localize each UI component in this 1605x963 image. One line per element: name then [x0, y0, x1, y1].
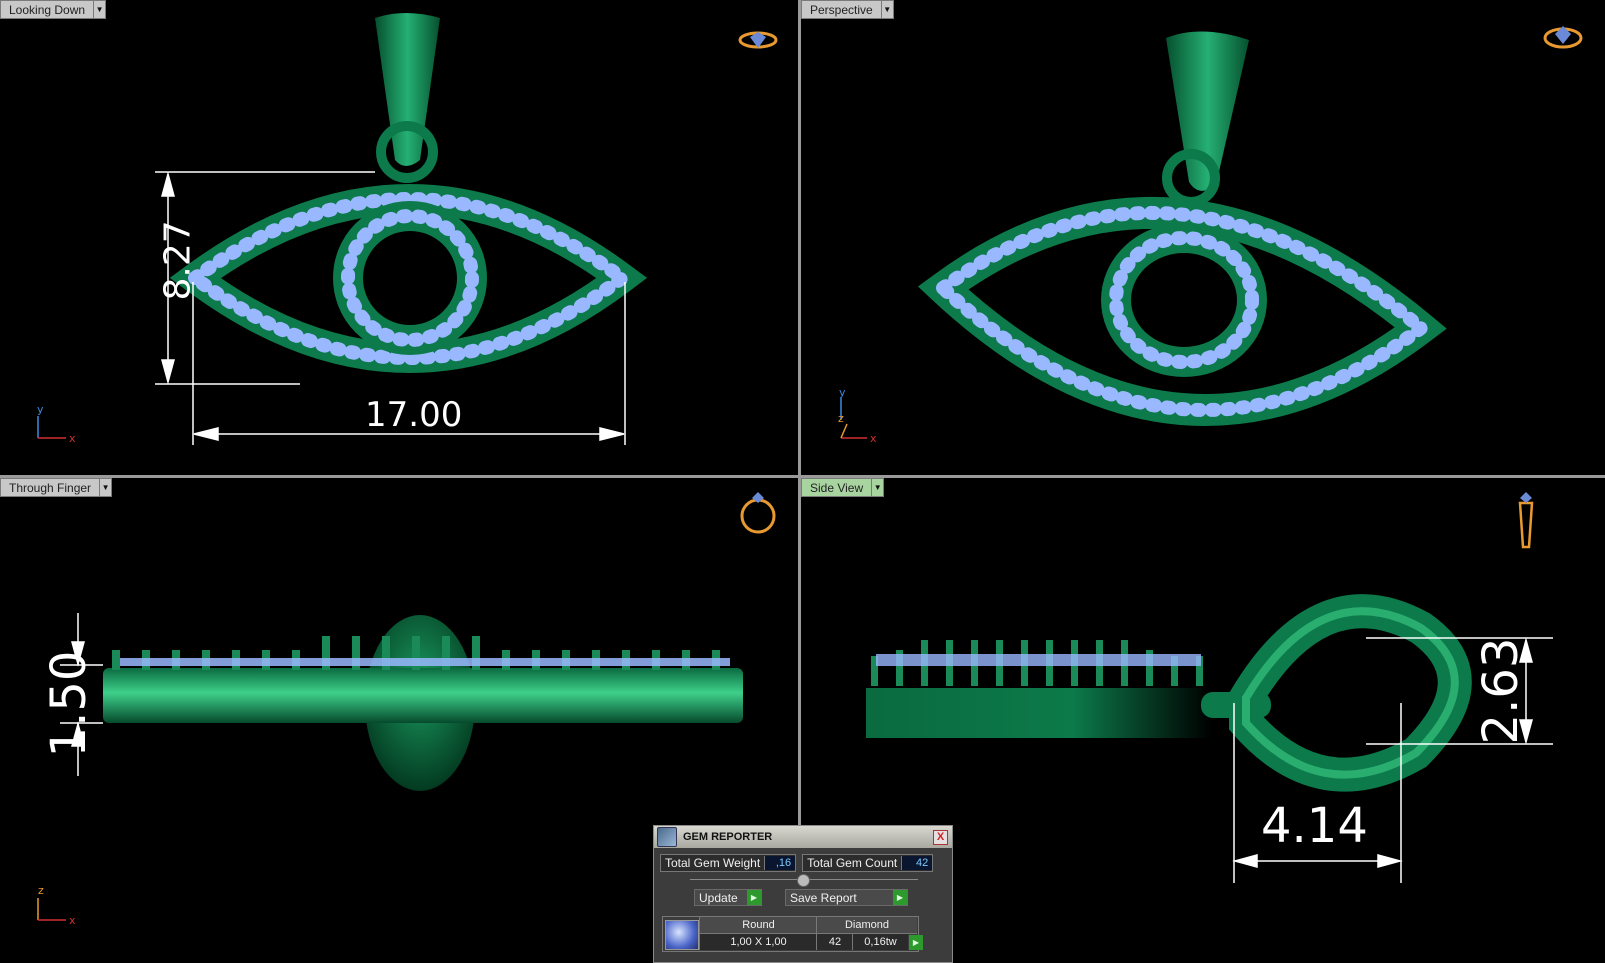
viewport-divider-horizontal[interactable] — [0, 475, 1605, 478]
axis-z-label: z — [38, 884, 44, 897]
total-gem-count: Total Gem Count 42 — [802, 854, 934, 872]
save-report-button[interactable]: Save Report ▶ — [785, 889, 908, 906]
viewport-label-text: Looking Down — [0, 0, 95, 19]
gem-reporter-title: GEM REPORTER — [683, 831, 773, 843]
gem-table: Round Diamond 1,00 X 1,00 42 0,16tw ▶ — [662, 916, 923, 952]
axis-y-label: y — [37, 403, 44, 416]
pendant-slab — [103, 668, 743, 723]
axis-indicator — [37, 416, 66, 439]
dimension-height-label: 8.27 — [157, 220, 199, 301]
ring-orientation-icon — [740, 492, 776, 534]
total-gem-count-value: 42 — [901, 856, 933, 870]
viewport-label-through-finger[interactable]: Through Finger ▼ — [0, 478, 113, 497]
total-gem-weight-value: ,16 — [764, 856, 796, 870]
perspective-canvas — [840, 26, 1583, 439]
iris-gems — [1109, 231, 1259, 369]
viewport-looking-down[interactable]: 8.27 17.00 y x Looking Down ▼ — [0, 0, 798, 475]
viewport-label-perspective[interactable]: Perspective ▼ — [801, 0, 894, 19]
gem-shape-header: Round — [699, 917, 817, 934]
side-orientation-icon — [1518, 492, 1534, 549]
update-button[interactable]: Update ▶ — [694, 889, 762, 906]
axis-indicator — [37, 898, 66, 921]
total-gem-weight: Total Gem Weight ,16 — [660, 854, 797, 872]
update-button-label: Update — [699, 890, 738, 905]
close-icon[interactable]: X — [933, 830, 948, 845]
iris-gems — [341, 209, 479, 347]
play-icon: ▶ — [893, 890, 907, 905]
axis-x-label: x — [69, 432, 76, 445]
viewport-label-text: Perspective — [801, 0, 882, 19]
total-gem-weight-label: Total Gem Weight — [665, 856, 761, 870]
save-report-button-label: Save Report — [790, 890, 857, 905]
viewport-label-side-view[interactable]: Side View ▼ — [801, 478, 885, 497]
dimension-bail-height-label: 2.63 — [1473, 637, 1529, 745]
round-gem-icon — [665, 920, 699, 950]
axis-y-label: y — [839, 386, 846, 399]
axis-x-label: x — [870, 432, 877, 445]
dimension-thickness-label: 1.50 — [41, 650, 97, 758]
axis-indicator — [840, 398, 867, 439]
viewport-perspective[interactable]: y x z Perspective ▼ — [801, 0, 1605, 475]
dimension-bail-width-label: 4.14 — [1261, 798, 1368, 854]
orientation-icon — [738, 31, 778, 49]
gem-reporter-titlebar[interactable]: GEM REPORTER X — [654, 826, 952, 848]
gem-material-header: Diamond — [816, 917, 917, 934]
gem-size-value: 1,00 X 1,00 — [699, 934, 817, 950]
gem-row-play-icon[interactable]: ▶ — [909, 935, 923, 950]
axis-x-label: x — [69, 914, 76, 927]
chevron-down-icon[interactable]: ▼ — [881, 0, 894, 19]
panel-slider-handle[interactable] — [797, 874, 810, 887]
viewport-label-text: Side View — [801, 478, 873, 497]
gem-count-value: 42 — [816, 934, 853, 950]
axis-z-label: z — [838, 412, 844, 425]
gem-row — [120, 658, 730, 666]
orientation-icon — [1543, 26, 1583, 49]
total-gem-count-label: Total Gem Count — [807, 856, 898, 870]
viewport-divider-vertical[interactable] — [798, 0, 801, 963]
viewport-label-looking-down[interactable]: Looking Down ▼ — [0, 0, 107, 19]
chevron-down-icon[interactable]: ▼ — [100, 478, 113, 497]
gem-weight-value: 0,16tw — [852, 934, 908, 950]
gem-row — [876, 654, 1201, 666]
gem-reporter-logo-icon — [657, 827, 677, 847]
chevron-down-icon[interactable]: ▼ — [94, 0, 107, 19]
chevron-down-icon[interactable]: ▼ — [872, 478, 885, 497]
dimension-width-label: 17.00 — [365, 395, 463, 435]
play-icon: ▶ — [747, 890, 761, 905]
gem-reporter-panel: GEM REPORTER X Total Gem Weight ,16 Tota… — [653, 825, 953, 963]
pendant-slab — [866, 688, 1211, 738]
viewport-label-text: Through Finger — [0, 478, 101, 497]
